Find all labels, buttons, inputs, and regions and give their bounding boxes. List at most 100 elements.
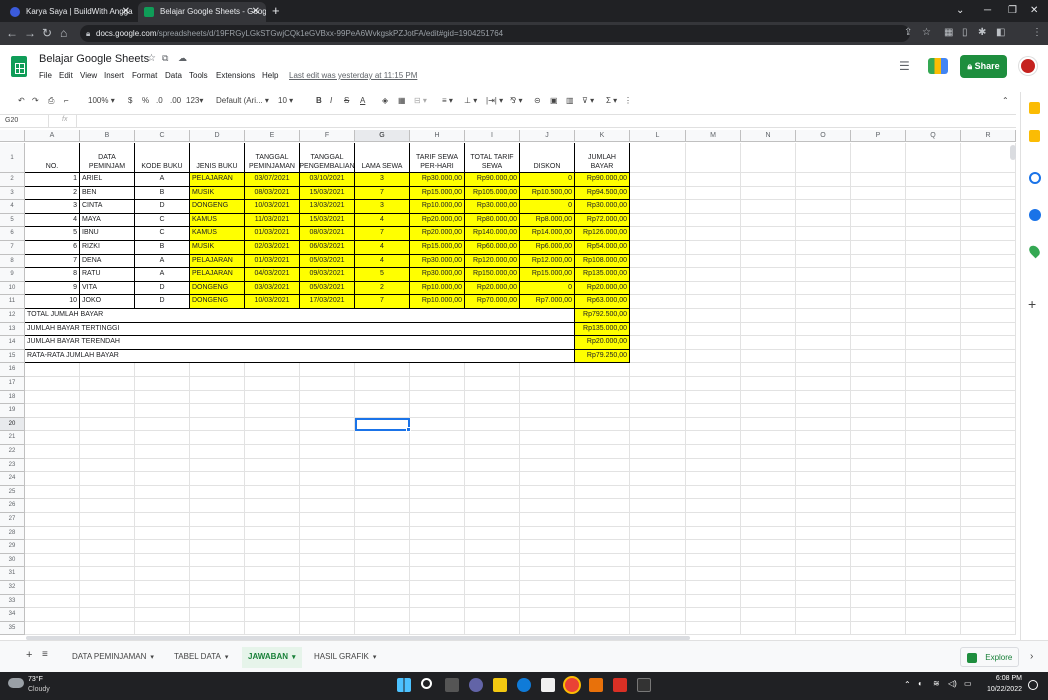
table-header-cell[interactable]: KODE BUKU	[135, 143, 190, 173]
table-cell[interactable]: BEN	[80, 186, 135, 201]
cell[interactable]	[520, 540, 575, 554]
cell[interactable]	[851, 227, 906, 241]
cell[interactable]	[906, 445, 961, 459]
cell[interactable]	[245, 540, 300, 554]
cell[interactable]	[410, 431, 465, 445]
cell[interactable]	[686, 526, 741, 541]
table-cell[interactable]: 4	[355, 254, 410, 269]
cell[interactable]	[190, 377, 245, 391]
cell[interactable]	[686, 213, 741, 228]
cell[interactable]	[741, 241, 796, 255]
cell[interactable]	[961, 336, 1016, 350]
cell[interactable]	[190, 390, 245, 405]
restore-icon[interactable]: ❐	[1008, 0, 1017, 22]
table-cell[interactable]: PELAJARAN	[190, 254, 245, 269]
home-icon[interactable]: ⌂	[60, 25, 67, 41]
table-cell[interactable]: 4	[25, 213, 80, 228]
cell[interactable]	[906, 472, 961, 486]
cell[interactable]	[520, 581, 575, 595]
cell[interactable]	[355, 485, 410, 500]
cell[interactable]	[135, 594, 190, 609]
cell[interactable]	[465, 390, 520, 405]
table-cell[interactable]: Rp90.000,00	[575, 173, 630, 187]
table-cell[interactable]: 2	[25, 186, 80, 201]
cell[interactable]	[355, 526, 410, 541]
cell[interactable]	[906, 567, 961, 581]
close-tab-icon[interactable]: ✕	[122, 2, 130, 22]
table-cell[interactable]: DONGENG	[190, 281, 245, 296]
cell[interactable]	[961, 485, 1016, 500]
cell[interactable]	[465, 458, 520, 473]
row-header[interactable]: 27	[0, 513, 25, 527]
row-header[interactable]: 11	[0, 295, 25, 309]
summary-value[interactable]: Rp135.000,00	[575, 322, 630, 337]
table-cell[interactable]: C	[135, 213, 190, 228]
cell[interactable]	[410, 445, 465, 459]
table-cell[interactable]: 0	[520, 200, 575, 214]
cell[interactable]	[686, 200, 741, 214]
cell[interactable]	[741, 594, 796, 609]
cell[interactable]	[796, 553, 851, 568]
cell[interactable]	[906, 458, 961, 473]
cell[interactable]	[741, 200, 796, 214]
row-header[interactable]: 18	[0, 390, 25, 405]
cell[interactable]	[796, 200, 851, 214]
cell[interactable]	[80, 567, 135, 581]
cell[interactable]	[961, 621, 1016, 635]
sidepanel-icon[interactable]: ◧	[996, 26, 1005, 40]
cell[interactable]	[80, 377, 135, 391]
teams-icon[interactable]	[469, 678, 483, 692]
cell[interactable]	[630, 254, 686, 269]
cell[interactable]	[741, 143, 796, 173]
share-page-icon[interactable]: ⇪	[904, 26, 912, 40]
cell[interactable]	[741, 336, 796, 350]
cell[interactable]	[520, 431, 575, 445]
table-cell[interactable]: Rp15.000,00	[410, 241, 465, 255]
table-cell[interactable]: Rp94.500,00	[575, 186, 630, 201]
cell[interactable]	[135, 581, 190, 595]
cell[interactable]	[686, 295, 741, 309]
table-cell[interactable]: D	[135, 200, 190, 214]
table-header-cell[interactable]: DATA PEMINJAM	[80, 143, 135, 173]
keep-icon[interactable]	[1029, 130, 1040, 142]
more-options-icon[interactable]: ⋮	[624, 92, 632, 109]
cell[interactable]	[686, 404, 741, 418]
row-header[interactable]: 29	[0, 540, 25, 554]
cell[interactable]	[851, 173, 906, 187]
cell[interactable]	[80, 417, 135, 432]
cell[interactable]	[906, 513, 961, 527]
tray-app-icon[interactable]: ◐	[918, 679, 923, 688]
cell[interactable]	[465, 526, 520, 541]
cell[interactable]	[796, 336, 851, 350]
cell[interactable]	[300, 567, 355, 581]
cell[interactable]	[190, 621, 245, 635]
cell[interactable]	[906, 526, 961, 541]
cell[interactable]	[630, 336, 686, 350]
cell[interactable]	[135, 553, 190, 568]
cell[interactable]	[575, 594, 630, 609]
cell[interactable]	[520, 499, 575, 513]
cell[interactable]	[906, 143, 961, 173]
cell[interactable]	[851, 540, 906, 554]
cell[interactable]	[630, 608, 686, 622]
cell[interactable]	[686, 349, 741, 364]
paint-format-icon[interactable]: ⌐	[64, 92, 69, 109]
sheet-tab-tabel-data[interactable]: TABEL DATA ▾	[174, 649, 228, 666]
cell[interactable]	[630, 594, 686, 609]
cell[interactable]	[355, 594, 410, 609]
cell[interactable]	[796, 143, 851, 173]
cell[interactable]	[630, 499, 686, 513]
cell[interactable]	[190, 594, 245, 609]
cell[interactable]	[851, 621, 906, 635]
reload-icon[interactable]: ↻	[42, 25, 52, 41]
google-sheets-logo-icon[interactable]	[11, 56, 27, 77]
row-header[interactable]: 20	[0, 417, 25, 432]
sheet-tab-dropdown-icon[interactable]: ▾	[373, 654, 377, 661]
row-header[interactable]: 16	[0, 363, 25, 377]
menu-insert[interactable]: Insert	[104, 71, 124, 80]
star-icon[interactable]: ☆	[147, 53, 156, 64]
cell[interactable]	[25, 608, 80, 622]
sheet-tab-hasil-grafik[interactable]: HASIL GRAFIK ▾	[314, 649, 376, 666]
cell[interactable]	[355, 553, 410, 568]
cell[interactable]	[300, 526, 355, 541]
